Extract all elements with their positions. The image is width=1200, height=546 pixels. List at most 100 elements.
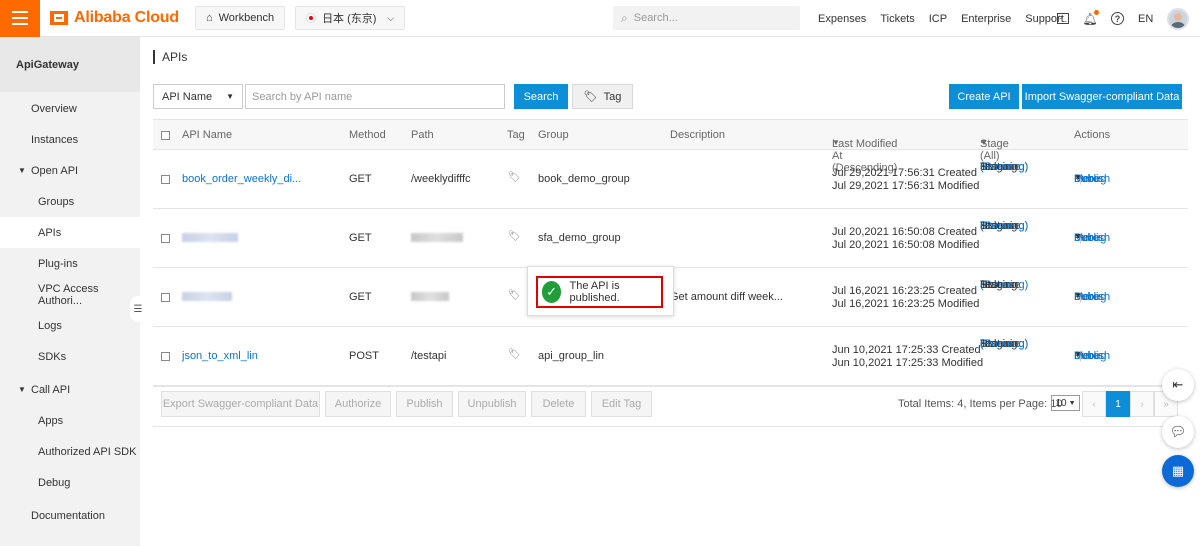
create-api-button[interactable]: Create API bbox=[949, 84, 1019, 109]
page-title: APIs bbox=[153, 50, 187, 64]
top-nav: Expenses Tickets ICP Enterprise Support bbox=[818, 0, 1064, 37]
sidebar-item-debug[interactable]: Debug bbox=[0, 467, 140, 498]
api-group: sfa_demo_group bbox=[538, 232, 621, 244]
notification-dot bbox=[1094, 9, 1099, 15]
sidebar-item-overview[interactable]: Overview bbox=[0, 93, 140, 124]
stage-status[interactable]: (Running) bbox=[980, 220, 1028, 233]
terminal-icon[interactable]: >_ bbox=[1057, 13, 1069, 24]
stage-label: Test bbox=[980, 279, 1001, 291]
nav-enterprise[interactable]: Enterprise bbox=[961, 13, 1011, 25]
api-search-input[interactable]: Search by API name bbox=[245, 84, 505, 109]
sidebar-item-logs[interactable]: Logs bbox=[0, 310, 140, 341]
menu-icon[interactable] bbox=[0, 0, 40, 37]
region-selector[interactable]: 日本 (东京) ⌵ bbox=[295, 6, 406, 30]
tag-icon[interactable]: 🏷︎ bbox=[508, 349, 521, 360]
tag-button[interactable]: 🏷︎ Tag bbox=[572, 84, 633, 109]
pagination-total: Total Items: 4, Items per Page: 10 bbox=[898, 398, 1063, 410]
prev-page-button[interactable]: ‹ bbox=[1082, 391, 1106, 417]
region-label: 日本 (东京) bbox=[322, 13, 377, 25]
api-timestamps: Jun 10,2021 17:25:33 Created Jun 10,2021… bbox=[832, 344, 983, 370]
sidebar-item-sdks[interactable]: SDKs bbox=[0, 341, 140, 372]
api-group: book_demo_group bbox=[538, 173, 630, 185]
caret-down-icon: ▼ bbox=[1074, 173, 1082, 182]
sidebar-item-label: APIs bbox=[38, 226, 62, 239]
help-icon[interactable]: ? bbox=[1111, 12, 1124, 25]
bell-icon[interactable]: 🔔︎ bbox=[1082, 9, 1099, 26]
api-name-link[interactable]: book_order_weekly_di... bbox=[182, 173, 301, 185]
edit-tag-button[interactable]: Edit Tag bbox=[591, 391, 652, 417]
api-timestamps: Jul 29,2021 17:56:31 Created Jul 29,2021… bbox=[832, 167, 979, 193]
filter-select-value: API Name bbox=[162, 90, 213, 103]
api-timestamps: Jul 20,2021 16:50:08 Created Jul 20,2021… bbox=[832, 226, 979, 252]
page-size-select[interactable]: 10 ▼ bbox=[1051, 395, 1080, 411]
sidebar-item-label: Logs bbox=[38, 319, 62, 332]
api-method: GET bbox=[349, 232, 372, 244]
select-all-checkbox[interactable] bbox=[161, 131, 170, 140]
header-tag: Tag bbox=[507, 129, 525, 141]
page-1-button[interactable]: 1 bbox=[1106, 391, 1130, 417]
chat-float-button[interactable]: 💬︎ bbox=[1162, 416, 1194, 448]
tag-icon[interactable]: 🏷︎ bbox=[508, 231, 521, 242]
row-checkbox[interactable] bbox=[161, 352, 170, 361]
api-search-placeholder: Search by API name bbox=[252, 90, 353, 103]
publish-button[interactable]: Publish bbox=[396, 391, 453, 417]
tag-icon[interactable]: 🏷︎ bbox=[508, 172, 521, 183]
tag-icon: 🏷︎ bbox=[583, 91, 598, 103]
caret-down-icon: ▼ bbox=[832, 138, 840, 147]
api-name-link[interactable]: json_to_xml_lin bbox=[182, 350, 258, 362]
stage-status[interactable]: (Running) bbox=[980, 161, 1028, 174]
sidebar-item-label: VPC Access Authori... bbox=[38, 282, 99, 307]
sidebar-item-vpc-access[interactable]: VPC Access Authori... bbox=[0, 279, 140, 310]
sidebar-item-groups[interactable]: Groups bbox=[0, 186, 140, 217]
nav-expenses[interactable]: Expenses bbox=[818, 13, 866, 25]
language-switch[interactable]: EN bbox=[1138, 13, 1153, 25]
row-checkbox[interactable] bbox=[161, 234, 170, 243]
search-button[interactable]: Search bbox=[514, 84, 568, 109]
row-checkbox[interactable] bbox=[161, 175, 170, 184]
tag-icon[interactable]: 🏷︎ bbox=[508, 290, 521, 301]
nav-tickets[interactable]: Tickets bbox=[880, 13, 914, 25]
sidebar-collapse-handle[interactable]: ☰ bbox=[130, 296, 146, 322]
header-method: Method bbox=[349, 129, 386, 141]
sidebar-item-apis[interactable]: APIs bbox=[0, 217, 140, 248]
authorize-button[interactable]: Authorize bbox=[325, 391, 391, 417]
created-at: Jul 20,2021 16:50:08 Created bbox=[832, 226, 977, 238]
unpublish-button[interactable]: Unpublish bbox=[458, 391, 526, 417]
sidebar-item-instances[interactable]: Instances bbox=[0, 124, 140, 155]
stage-status[interactable]: (Running) bbox=[980, 338, 1028, 351]
caret-down-icon: ▼ bbox=[18, 166, 26, 175]
api-method: POST bbox=[349, 350, 379, 362]
brand-logo[interactable]: Alibaba Cloud bbox=[50, 0, 179, 37]
sidebar-item-plug-ins[interactable]: Plug-ins bbox=[0, 248, 140, 279]
table-row: json_to_xml_lin POST /testapi 🏷︎ api_gro… bbox=[153, 327, 1188, 386]
tag-button-label: Tag bbox=[603, 90, 622, 103]
export-swagger-button[interactable]: Export Swagger-compliant Data bbox=[161, 391, 320, 417]
feedback-float-button[interactable]: ⇤ bbox=[1162, 369, 1194, 401]
workbench-button[interactable]: ⌂ Workbench bbox=[194, 6, 286, 30]
table-footer: Export Swagger-compliant Data Authorize … bbox=[153, 381, 1188, 427]
sidebar-item-documentation[interactable]: Documentation bbox=[0, 500, 140, 531]
import-swagger-button[interactable]: Import Swagger-compliant Data bbox=[1022, 84, 1182, 109]
avatar[interactable] bbox=[1167, 7, 1190, 30]
alibaba-cloud-logo-icon bbox=[50, 11, 68, 25]
workbench-label: Workbench bbox=[218, 12, 275, 24]
filter-select[interactable]: API Name ▼ bbox=[153, 84, 243, 109]
page-size-value: 10 bbox=[1055, 397, 1067, 409]
next-page-button[interactable]: › bbox=[1130, 391, 1154, 417]
row-checkbox[interactable] bbox=[161, 293, 170, 302]
nav-icp[interactable]: ICP bbox=[929, 13, 947, 25]
sidebar-item-label: Open API bbox=[31, 164, 79, 177]
redacted-text bbox=[182, 292, 232, 301]
sidebar-item-call-api[interactable]: ▼ Call API bbox=[0, 374, 140, 405]
table-row: GET 🏷︎ sfa_demo_group Jul 20,2021 16:50:… bbox=[153, 209, 1188, 268]
table-header: API Name Method Path Tag Group Descripti… bbox=[153, 120, 1188, 174]
redacted-text bbox=[182, 233, 238, 242]
delete-button[interactable]: Delete bbox=[531, 391, 586, 417]
sidebar-item-apps[interactable]: Apps bbox=[0, 405, 140, 436]
apps-grid-icon: ▦ bbox=[1171, 463, 1185, 478]
sidebar-item-open-api[interactable]: ▼ Open API bbox=[0, 155, 140, 186]
global-search-input[interactable]: ⌕ Search... bbox=[613, 6, 800, 30]
apps-float-button[interactable]: ▦ bbox=[1162, 455, 1194, 487]
header-group: Group bbox=[538, 129, 569, 141]
sidebar-item-authorized-api-sdk[interactable]: Authorized API SDK bbox=[0, 436, 140, 467]
